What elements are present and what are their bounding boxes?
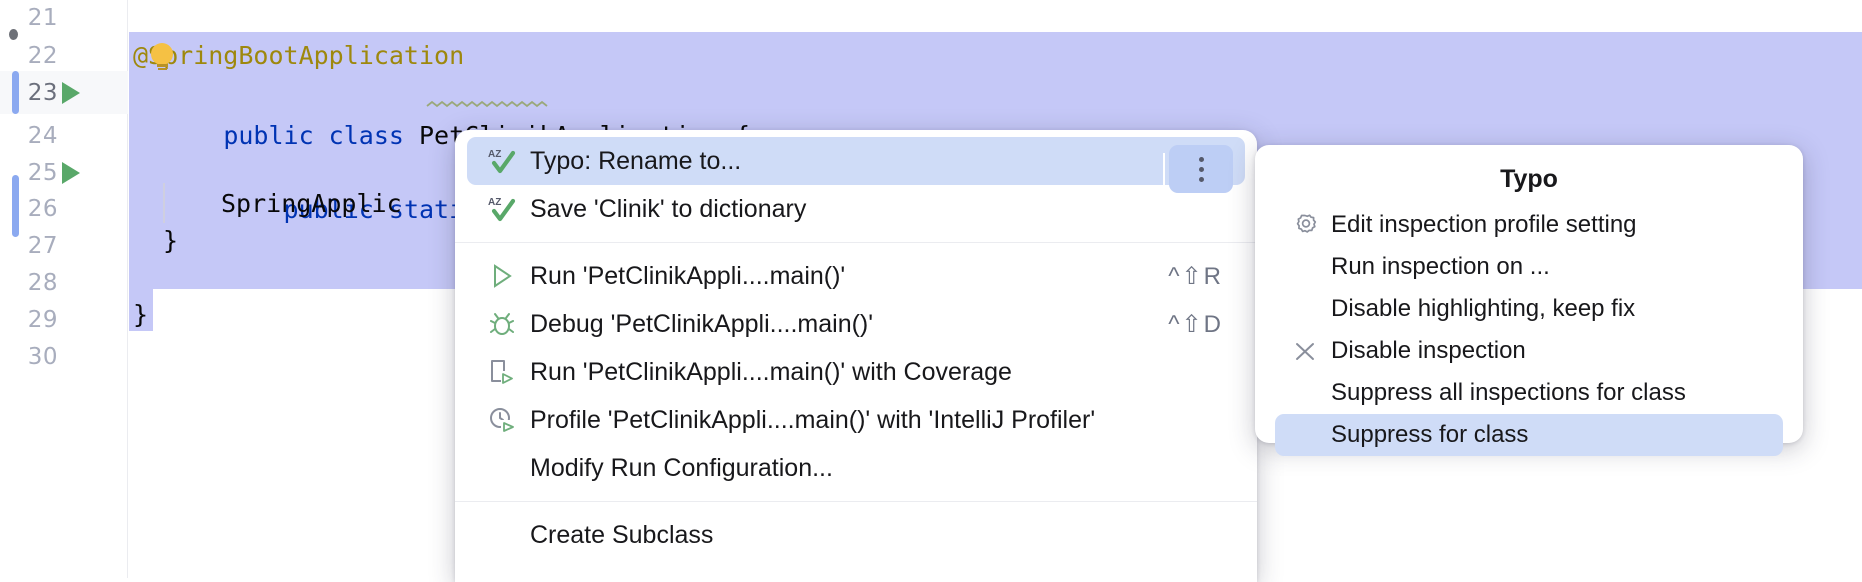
no-icon <box>1291 379 1319 407</box>
editor-gutter[interactable]: 21 22 23 24 25 26 27 28 29 30 <box>0 0 128 578</box>
coverage-icon <box>487 357 517 387</box>
submenu-item-label: Suppress all inspections for class <box>1331 379 1686 406</box>
menu-item-label: Typo: Rename to... <box>530 146 742 175</box>
indent-guide <box>163 183 165 223</box>
menu-item-label: Profile 'PetClinikAppli....main()' with … <box>530 405 1096 434</box>
intention-bulb-icon[interactable] <box>151 43 177 70</box>
menu-item-shortcut: ^⇧D <box>1168 310 1223 338</box>
vcs-change-marker[interactable] <box>12 71 19 114</box>
menu-item-modify-run-configuration[interactable]: Modify Run Configuration... <box>467 444 1245 492</box>
gutter-row: 30 <box>0 335 128 378</box>
menu-item-label: Save 'Clinik' to dictionary <box>530 194 807 223</box>
typo-submenu-popup[interactable]: Typo Edit inspection profile setting Run… <box>1255 145 1803 456</box>
profile-icon <box>487 405 517 435</box>
svg-text:AZ: AZ <box>488 149 501 160</box>
run-gutter-icon[interactable] <box>62 162 80 184</box>
line-number: 29 <box>27 306 58 333</box>
menu-item-label: Run 'PetClinikAppli....main()' with Cove… <box>530 357 1012 386</box>
spellcheck-icon: AZ <box>487 194 517 224</box>
typo-squiggle-icon <box>426 100 548 108</box>
line-number: 27 <box>27 232 58 259</box>
menu-item-run[interactable]: Run 'PetClinikAppli....main()' ^⇧R <box>467 252 1245 300</box>
no-icon <box>1291 253 1319 281</box>
submenu-item-disable-highlighting[interactable]: Disable highlighting, keep fix <box>1275 288 1783 330</box>
submenu-item-label: Disable highlighting, keep fix <box>1331 295 1636 322</box>
menu-divider-vertical <box>1163 153 1165 185</box>
line-number: 24 <box>27 122 58 149</box>
menu-separator <box>455 242 1257 243</box>
svg-text:AZ: AZ <box>488 197 501 208</box>
line-number: 26 <box>27 195 58 222</box>
submenu-item-label: Suppress for class <box>1331 421 1529 448</box>
no-icon <box>487 453 517 483</box>
no-icon <box>487 520 517 550</box>
code-line-27: } <box>163 226 179 255</box>
gutter-row-current: 23 <box>0 71 128 114</box>
code-line-29: } <box>133 300 149 329</box>
debug-icon <box>487 309 517 339</box>
typo-popup-title: Typo <box>1500 165 1558 193</box>
run-gutter-icon[interactable] <box>62 82 80 104</box>
menu-item-label: Modify Run Configuration... <box>530 453 833 482</box>
code-line-26: SpringApplic <box>221 189 402 218</box>
intention-actions-popup[interactable]: AZ Typo: Rename to... AZ Save 'Clinik' t… <box>455 130 1257 582</box>
close-icon <box>1291 337 1319 365</box>
submenu-item-suppress-all-inspections-for-class[interactable]: Suppress all inspections for class <box>1275 372 1783 414</box>
no-icon <box>1291 421 1319 449</box>
submenu-item-edit-inspection-profile[interactable]: Edit inspection profile setting <box>1275 204 1783 246</box>
spellcheck-icon: AZ <box>487 146 517 176</box>
gear-icon <box>1291 211 1319 239</box>
line-number: 22 <box>27 42 58 69</box>
menu-separator <box>455 501 1257 502</box>
line-number: 30 <box>27 343 58 370</box>
menu-item-label: Run 'PetClinikAppli....main()' <box>530 261 846 290</box>
menu-item-label: Create Subclass <box>530 520 714 549</box>
line-number: 23 <box>27 79 58 106</box>
line-number: 21 <box>27 4 58 31</box>
line-number: 25 <box>27 159 58 186</box>
submenu-item-label: Run inspection on ... <box>1331 253 1550 280</box>
submenu-item-run-inspection-on[interactable]: Run inspection on ... <box>1275 246 1783 288</box>
menu-item-run-coverage[interactable]: Run 'PetClinikAppli....main()' with Cove… <box>467 348 1245 396</box>
menu-item-typo-rename[interactable]: AZ Typo: Rename to... <box>467 137 1245 193</box>
submenu-item-label: Disable inspection <box>1331 337 1526 364</box>
menu-item-create-subclass[interactable]: Create Subclass <box>467 511 1245 559</box>
menu-item-profile[interactable]: Profile 'PetClinikAppli....main()' with … <box>467 396 1245 444</box>
submenu-item-label: Edit inspection profile setting <box>1331 211 1637 238</box>
submenu-item-suppress-for-class[interactable]: Suppress for class <box>1275 414 1783 456</box>
line-number: 28 <box>27 269 58 296</box>
submenu-item-disable-inspection[interactable]: Disable inspection <box>1275 330 1783 372</box>
menu-item-debug[interactable]: Debug 'PetClinikAppli....main()' ^⇧D <box>467 300 1245 348</box>
run-icon <box>487 261 517 291</box>
menu-item-label: Debug 'PetClinikAppli....main()' <box>530 309 874 338</box>
menu-item-save-to-dictionary[interactable]: AZ Save 'Clinik' to dictionary <box>467 185 1245 233</box>
menu-item-shortcut: ^⇧R <box>1168 262 1223 290</box>
no-icon <box>1291 295 1319 323</box>
